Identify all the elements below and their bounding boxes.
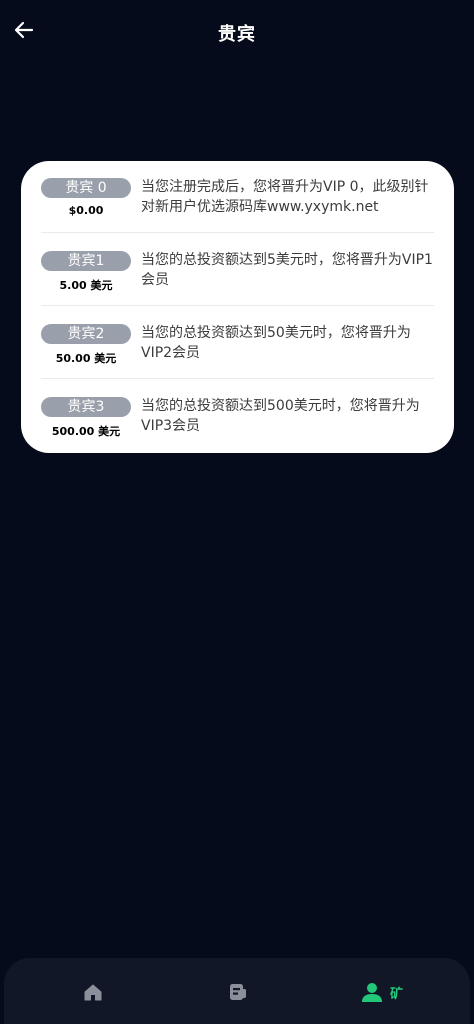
tier-amount: $0.00 bbox=[68, 204, 104, 217]
row-divider bbox=[41, 232, 434, 233]
nav-home[interactable] bbox=[83, 980, 103, 1004]
bottom-nav: 矿 bbox=[4, 958, 470, 1024]
home-icon bbox=[84, 984, 102, 1001]
row-divider bbox=[41, 378, 434, 379]
tier-amount: 50.00 美元 bbox=[55, 352, 117, 365]
top-bar: 贵宾 bbox=[0, 0, 474, 66]
nav-profile[interactable]: 矿 bbox=[361, 980, 403, 1004]
vip-tiers-card: 贵宾 0 $0.00 当您注册完成后，您将晋升为VIP 0，此级别针对新用户优选… bbox=[21, 161, 454, 453]
tier-row-0: 贵宾 0 $0.00 当您注册完成后，您将晋升为VIP 0，此级别针对新用户优选… bbox=[41, 161, 434, 233]
tier-badge: 贵宾 0 bbox=[41, 178, 131, 198]
tier-amount: 5.00 美元 bbox=[59, 279, 113, 292]
page-title: 贵宾 bbox=[218, 24, 256, 45]
tier-row-2: 贵宾2 50.00 美元 当您的总投资额达到50美元时，您将晋升为VIP2会员 bbox=[41, 307, 434, 379]
tier-description: 当您的总投资额达到50美元时，您将晋升为VIP2会员 bbox=[141, 325, 411, 361]
tier-description: 当您注册完成后，您将晋升为VIP 0，此级别针对新用户优选源码库www.yxym… bbox=[141, 179, 429, 215]
tier-row-3: 贵宾3 500.00 美元 当您的总投资额达到500美元时，您将晋升为VIP3会… bbox=[41, 380, 434, 452]
row-divider bbox=[41, 305, 434, 306]
user-icon bbox=[362, 983, 382, 1002]
tier-badge: 贵宾1 bbox=[41, 251, 131, 271]
tier-description: 当您的总投资额达到5美元时，您将晋升为VIP1会员 bbox=[141, 252, 433, 288]
tier-amount: 500.00 美元 bbox=[51, 425, 121, 438]
nav-profile-label: 矿 bbox=[390, 986, 404, 1002]
tier-badge: 贵宾2 bbox=[41, 324, 131, 344]
tier-row-1: 贵宾1 5.00 美元 当您的总投资额达到5美元时，您将晋升为VIP1会员 bbox=[41, 234, 434, 306]
wallet-icon bbox=[230, 984, 246, 1000]
tier-description: 当您的总投资额达到500美元时，您将晋升为VIP3会员 bbox=[141, 398, 420, 434]
nav-wallet[interactable] bbox=[228, 980, 248, 1004]
tier-badge: 贵宾3 bbox=[41, 397, 131, 417]
